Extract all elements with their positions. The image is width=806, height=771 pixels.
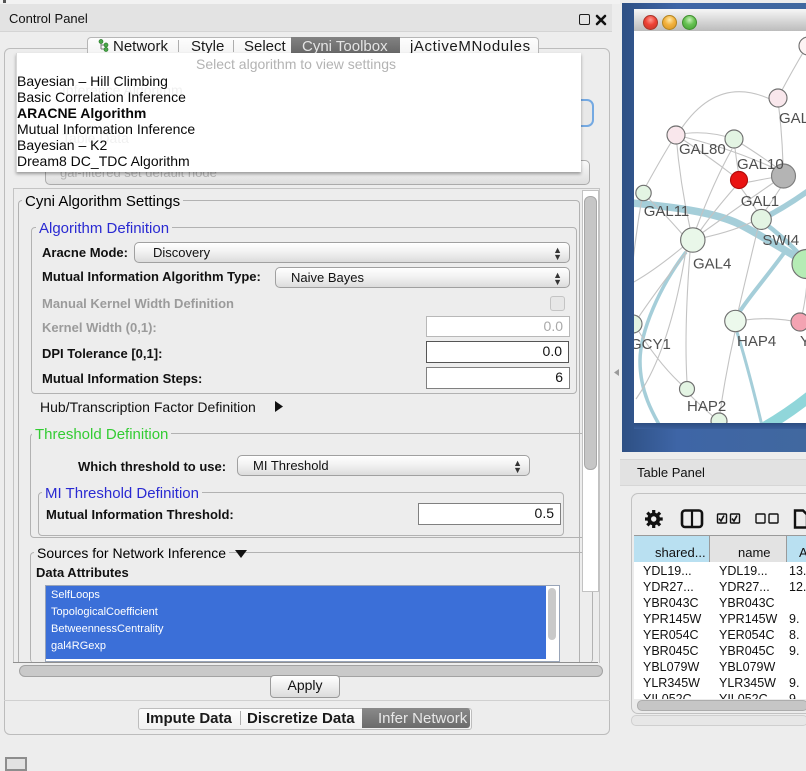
svg-text:Y: Y: [800, 333, 806, 350]
svg-text:GCY1: GCY1: [634, 336, 671, 353]
svg-text:HAP4: HAP4: [737, 333, 776, 350]
svg-text:HAP2: HAP2: [687, 398, 726, 415]
svg-text:GAL10: GAL10: [737, 156, 784, 173]
svg-text:GAL80: GAL80: [679, 141, 726, 158]
svg-text:GAL1: GAL1: [741, 193, 779, 210]
svg-text:GAL11: GAL11: [644, 203, 690, 220]
svg-text:GAL4: GAL4: [693, 256, 731, 273]
svg-text:GAL7: GAL7: [779, 110, 806, 127]
svg-text:SWI4: SWI4: [762, 232, 799, 249]
